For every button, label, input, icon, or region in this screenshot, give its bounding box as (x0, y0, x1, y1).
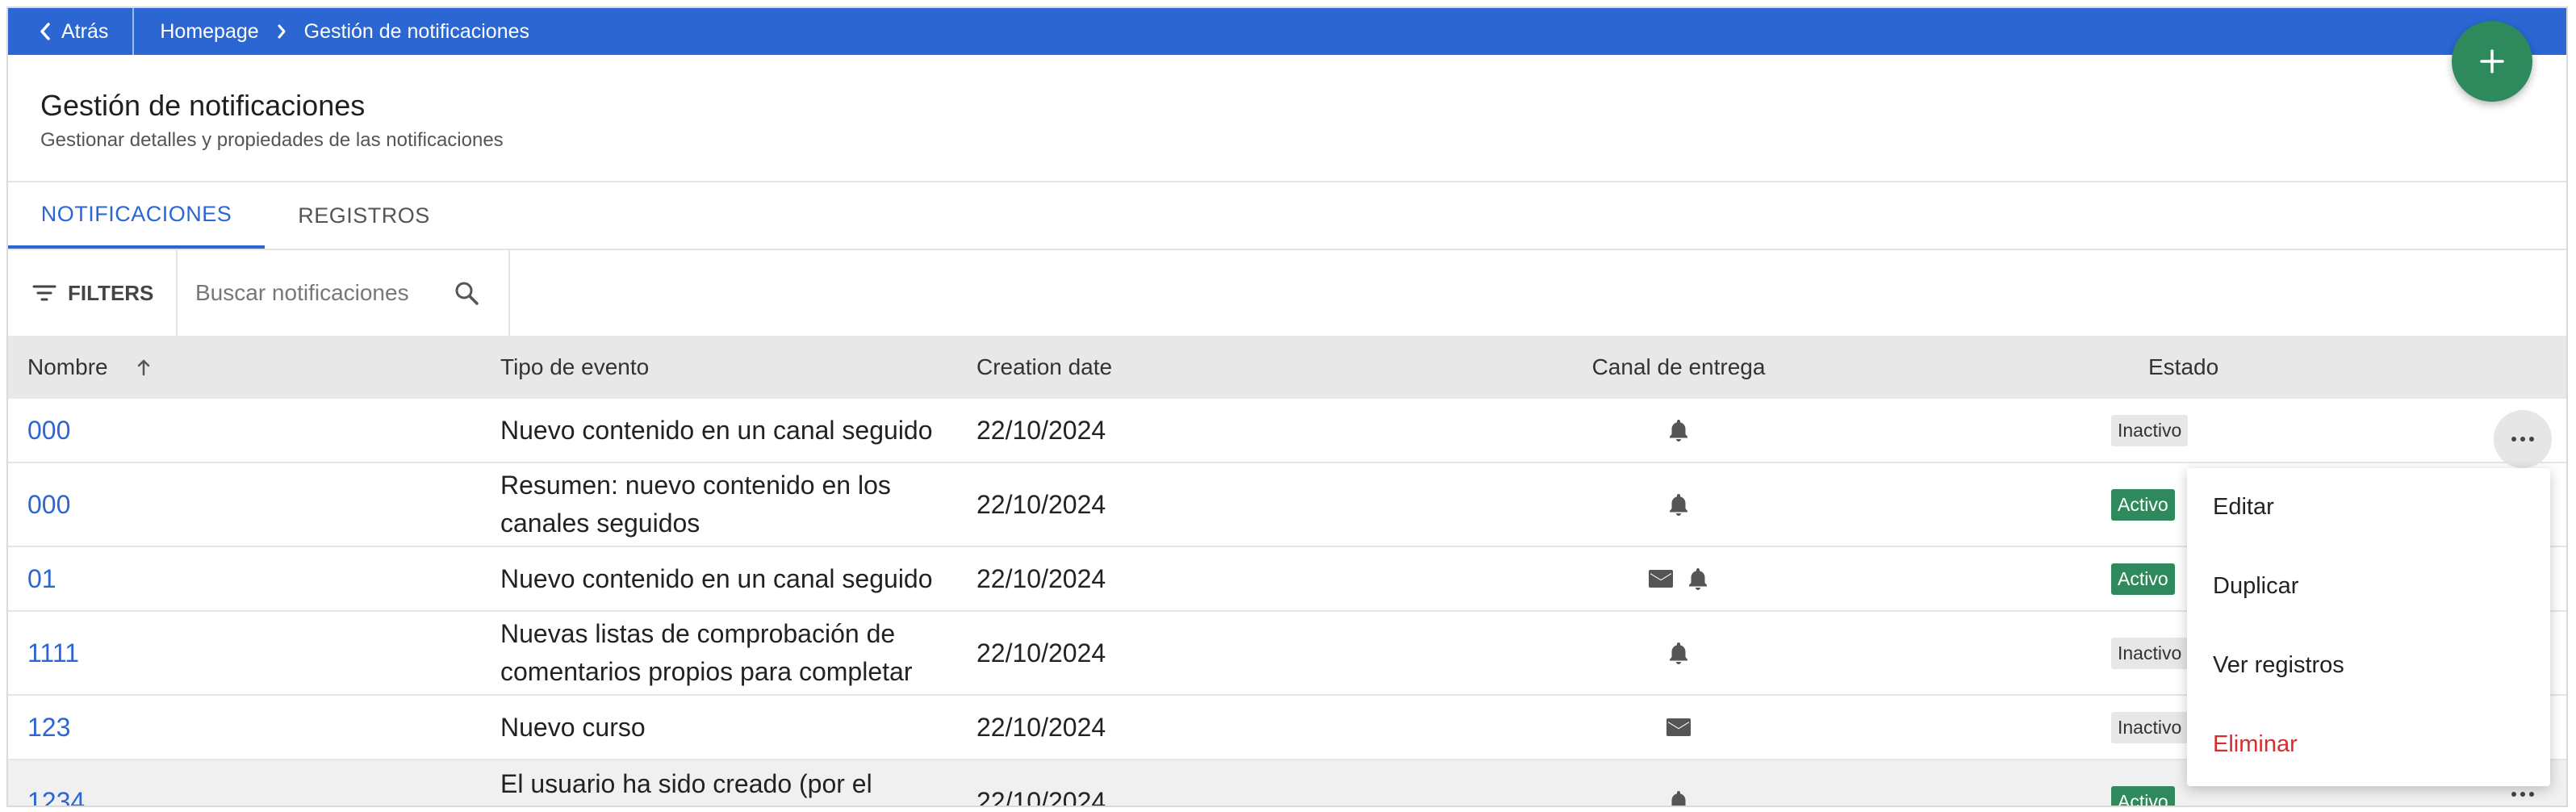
status-cell: Activo (2111, 760, 2175, 806)
bell-icon (1689, 568, 1707, 590)
notification-name-link[interactable]: 000 (27, 463, 70, 546)
status-cell: Activo (2111, 547, 2175, 610)
more-horizontal-icon (2511, 792, 2534, 797)
menu-item-duplicar[interactable]: Duplicar (2213, 573, 2298, 600)
notification-name-link[interactable]: 1234 (27, 760, 85, 806)
filters-button[interactable]: FILTERS (8, 250, 178, 336)
creation-date: 22/10/2024 (976, 786, 1106, 807)
bell-icon (1671, 791, 1686, 806)
table-row[interactable]: 000 Resumen: nuevo contenido en los cana… (8, 463, 2566, 547)
menu-item-editar[interactable]: Editar (2213, 494, 2274, 521)
back-label: Atrás (61, 19, 109, 43)
menu-item-eliminar[interactable]: Eliminar (2213, 731, 2298, 758)
breadcrumb-home[interactable]: Homepage (160, 20, 258, 44)
menu-item-ver-registros[interactable]: Ver registros (2213, 652, 2344, 679)
status-cell: Inactivo (2111, 399, 2189, 462)
tab-notificaciones[interactable]: NOTIFICACIONES (8, 182, 265, 249)
creation-date: 22/10/2024 (976, 415, 1106, 445)
status-badge: Activo (2111, 785, 2175, 806)
status-badge: Inactivo (2111, 711, 2189, 743)
arrow-up-icon[interactable] (137, 358, 150, 376)
delivery-channels (1574, 399, 1784, 462)
creation-date: 22/10/2024 (976, 489, 1106, 519)
notification-name-link[interactable]: 01 (27, 547, 56, 610)
status-badge: Activo (2111, 488, 2175, 521)
notification-name-link[interactable]: 123 (27, 696, 70, 759)
event-type: Nuevo contenido en un canal seguido (500, 415, 933, 445)
search-icon[interactable] (454, 280, 479, 306)
search-box (179, 250, 510, 336)
table-row[interactable]: 1111 Nuevas listas de comprobación de co… (8, 612, 2566, 696)
delivery-channels (1574, 463, 1784, 546)
column-header-estado[interactable]: Estado (2148, 336, 2218, 399)
row-actions-menu: Editar Duplicar Ver registros Eliminar (2187, 468, 2550, 786)
table-row[interactable]: 000 Nuevo contenido en un canal seguido … (8, 399, 2566, 463)
add-notification-button[interactable] (2452, 21, 2532, 102)
app-window: Atrás Homepage Gestión de notificaciones… (6, 6, 2568, 807)
status-badge: Activo (2111, 563, 2175, 595)
table-row[interactable]: 01 Nuevo contenido en un canal seguido 2… (8, 547, 2566, 612)
mail-icon (1649, 570, 1673, 588)
plus-icon (2480, 49, 2504, 73)
creation-date: 22/10/2024 (976, 563, 1106, 593)
tab-registros[interactable]: REGISTROS (265, 182, 463, 249)
event-type: Nuevo contenido en un canal seguido (500, 563, 933, 593)
chevron-right-icon (277, 23, 286, 40)
delivery-channels (1574, 760, 1784, 806)
creation-date: 22/10/2024 (976, 638, 1106, 668)
back-button[interactable]: Atrás (8, 8, 135, 55)
event-type: Resumen: nuevo contenido en los canales … (500, 471, 891, 538)
delivery-channels (1574, 612, 1784, 694)
filters-label: FILTERS (68, 280, 154, 305)
event-type: Nuevas listas de comprobación de comenta… (500, 619, 913, 686)
notification-name-link[interactable]: 000 (27, 399, 70, 462)
search-input[interactable] (195, 280, 454, 306)
table-header: Nombre Tipo de evento Creation date Cana… (8, 336, 2566, 399)
delivery-channels (1574, 696, 1784, 759)
page-title: Gestión de notificaciones (40, 89, 366, 122)
creation-date: 22/10/2024 (976, 712, 1106, 742)
page-subtitle: Gestionar detalles y propiedades de las … (40, 129, 504, 151)
filter-icon (32, 285, 56, 301)
bell-icon (1670, 494, 1687, 516)
table-row[interactable]: 123 Nuevo curso 22/10/2024 Inactivo (8, 696, 2566, 760)
mail-icon (1666, 718, 1691, 736)
delivery-channels (1574, 547, 1784, 610)
row-actions-button[interactable] (2494, 410, 2552, 468)
column-header-canal-entrega[interactable]: Canal de entrega (1574, 336, 1784, 399)
event-type: El usuario ha sido creado (por el (500, 769, 872, 798)
bell-icon (1670, 420, 1687, 442)
column-header-creation-date[interactable]: Creation date (976, 336, 1112, 399)
more-horizontal-icon (2511, 437, 2534, 442)
top-bar: Atrás Homepage Gestión de notificaciones (8, 8, 2566, 55)
column-header-tipo-evento[interactable]: Tipo de evento (500, 336, 649, 399)
column-header-nombre[interactable]: Nombre (27, 336, 150, 399)
table-row[interactable]: 1234 El usuario ha sido creado (por el 2… (8, 760, 2566, 807)
chevron-left-icon (40, 23, 50, 40)
status-badge: Inactivo (2111, 637, 2189, 669)
row-actions-button[interactable] (2503, 791, 2542, 806)
bell-icon (1670, 642, 1687, 664)
status-cell: Inactivo (2111, 696, 2189, 759)
status-badge: Inactivo (2111, 414, 2189, 446)
breadcrumb-current: Gestión de notificaciones (303, 19, 530, 43)
status-cell: Activo (2111, 463, 2175, 546)
notification-name-link[interactable]: 1111 (27, 612, 79, 694)
status-cell: Inactivo (2111, 612, 2189, 694)
event-type: Nuevo curso (500, 712, 646, 742)
breadcrumb: Homepage Gestión de notificaciones (134, 20, 529, 44)
